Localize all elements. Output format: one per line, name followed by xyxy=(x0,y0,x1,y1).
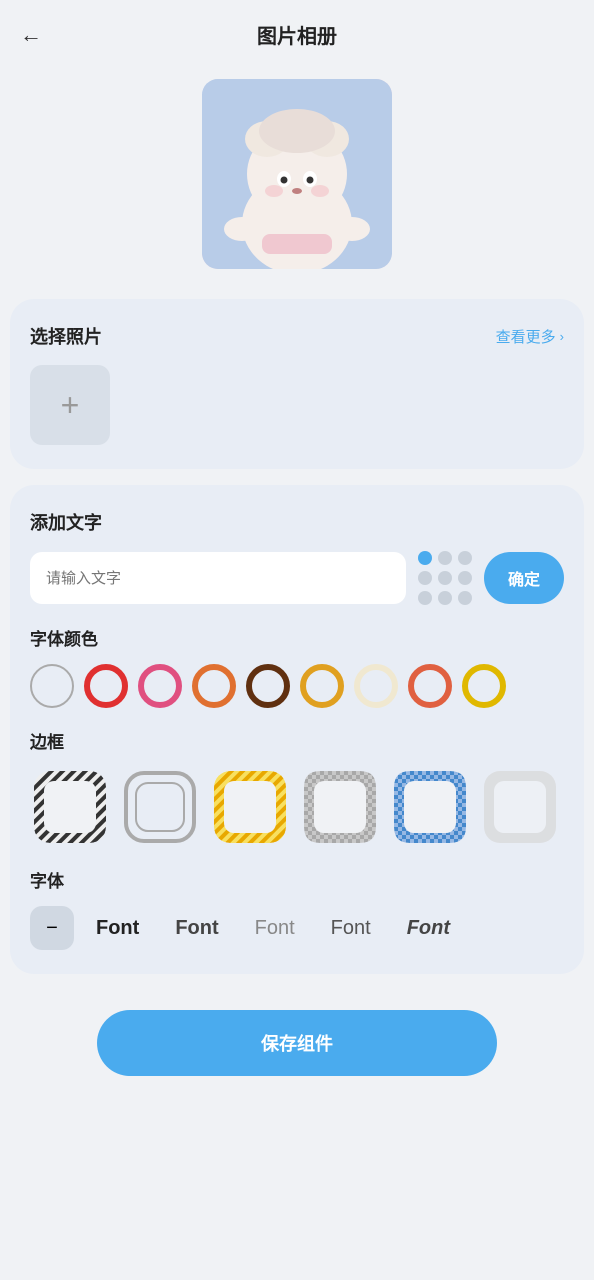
text-input[interactable] xyxy=(30,552,406,604)
color-none[interactable] xyxy=(30,664,74,708)
border-item-2[interactable] xyxy=(120,767,200,847)
color-coral[interactable] xyxy=(408,664,452,708)
add-text-title: 添加文字 xyxy=(30,509,102,535)
dot-1 xyxy=(418,551,432,565)
border-item-1[interactable] xyxy=(30,767,110,847)
confirm-button[interactable]: 确定 xyxy=(484,552,564,604)
border-item-6[interactable] xyxy=(480,767,560,847)
font-item-semibold[interactable]: Font xyxy=(161,909,232,948)
select-photos-header: 选择照片 查看更多 › xyxy=(30,323,564,349)
save-button[interactable]: 保存组件 xyxy=(97,1010,497,1076)
dot-6 xyxy=(458,571,472,585)
dot-7 xyxy=(418,591,432,605)
view-more-link[interactable]: 查看更多 › xyxy=(496,326,564,347)
color-amber[interactable] xyxy=(300,664,344,708)
select-photos-panel: 选择照片 查看更多 › + xyxy=(10,299,584,469)
dot-3 xyxy=(458,551,472,565)
dot-8 xyxy=(438,591,452,605)
select-photos-title: 选择照片 xyxy=(30,323,102,349)
font-color-title: 字体颜色 xyxy=(30,625,564,650)
font-item-bold[interactable]: Font xyxy=(82,909,153,948)
font-item-normal[interactable]: Font xyxy=(317,909,385,948)
dot-4 xyxy=(418,571,432,585)
font-item-light[interactable]: Font xyxy=(241,909,309,948)
border-section: 边框 xyxy=(30,728,564,847)
color-yellow[interactable] xyxy=(462,664,506,708)
add-photo-button[interactable]: + xyxy=(30,365,110,445)
color-cream[interactable] xyxy=(354,664,398,708)
dot-9 xyxy=(458,591,472,605)
color-red[interactable] xyxy=(84,664,128,708)
back-button[interactable]: ← xyxy=(20,22,42,48)
header: ← 图片相册 xyxy=(0,0,594,59)
font-color-section: 字体颜色 xyxy=(30,625,564,708)
color-pink[interactable] xyxy=(138,664,182,708)
font-section: 字体 − Font Font Font Font Font xyxy=(30,867,564,950)
dot-5 xyxy=(438,571,452,585)
color-row xyxy=(30,664,564,708)
border-item-3[interactable] xyxy=(210,767,290,847)
color-brown[interactable] xyxy=(246,664,290,708)
dot-2 xyxy=(438,551,452,565)
preview-image xyxy=(202,79,392,269)
chevron-right-icon: › xyxy=(560,329,564,344)
border-item-5[interactable] xyxy=(390,767,470,847)
add-text-panel: 添加文字 确定 字体颜色 xyxy=(10,485,584,974)
border-item-4[interactable] xyxy=(300,767,380,847)
photo-preview-area xyxy=(0,59,594,299)
dot-grid xyxy=(418,551,472,605)
font-row: − Font Font Font Font Font xyxy=(30,906,564,950)
font-title: 字体 xyxy=(30,867,564,892)
text-input-row: 确定 xyxy=(30,551,564,605)
color-orange[interactable] xyxy=(192,664,236,708)
add-text-header: 添加文字 xyxy=(30,509,564,535)
font-item-italic[interactable]: Font xyxy=(393,909,464,948)
border-row xyxy=(30,767,564,847)
save-bar: 保存组件 xyxy=(0,990,594,1116)
page-title: 图片相册 xyxy=(257,20,337,49)
border-title: 边框 xyxy=(30,728,564,753)
font-minus-button[interactable]: − xyxy=(30,906,74,950)
